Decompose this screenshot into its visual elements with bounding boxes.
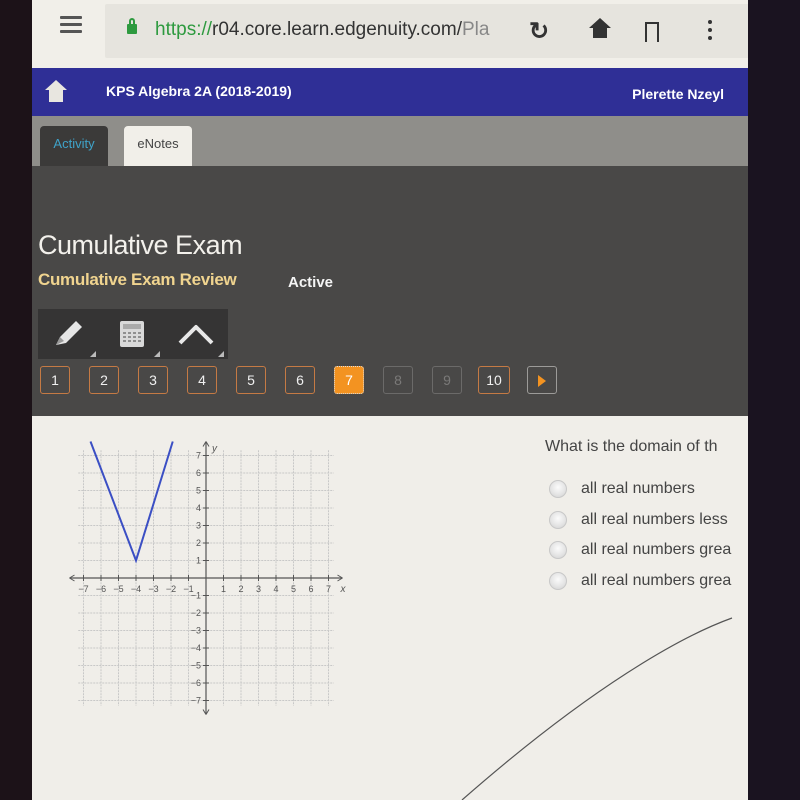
lock-icon xyxy=(127,18,137,34)
page-button-9: 9 xyxy=(432,366,462,394)
caret-up-icon xyxy=(178,325,214,345)
tool-menu-corner xyxy=(218,351,224,357)
address-bar[interactable]: https://r04.core.learn.edgenuity.com/Pla… xyxy=(105,4,748,58)
page-button-10[interactable]: 10 xyxy=(478,366,510,394)
page-button-4[interactable]: 4 xyxy=(187,366,217,394)
pencil-tool-button[interactable] xyxy=(38,309,98,359)
tab-activity[interactable]: Activity xyxy=(40,126,108,166)
course-header: KPS Algebra 2A (2018-2019) Plerette Nzey… xyxy=(32,68,748,116)
device-screen: https://r04.core.learn.edgenuity.com/Pla… xyxy=(32,0,748,800)
hamburger-menu-icon[interactable] xyxy=(60,16,82,34)
tool-menu-corner xyxy=(90,351,96,357)
page-button-7[interactable]: 7 xyxy=(334,366,364,394)
bookmark-icon[interactable] xyxy=(645,22,659,43)
activity-panel: Cumulative Exam Cumulative Exam Review A… xyxy=(32,166,748,416)
pencil-icon xyxy=(56,321,82,345)
browser-home-icon[interactable] xyxy=(588,17,612,46)
course-home-icon[interactable] xyxy=(44,79,68,103)
activity-subtitle: Cumulative Exam Review xyxy=(38,270,237,289)
page-button-2[interactable]: 2 xyxy=(89,366,119,394)
browser-toolbar: https://r04.core.learn.edgenuity.com/Pla… xyxy=(32,0,748,68)
url-host: r04.core.learn.edgenuity.com/ xyxy=(212,19,462,40)
more-vert-icon[interactable] xyxy=(708,20,712,44)
tool-palette xyxy=(38,309,228,359)
play-right-icon xyxy=(538,375,546,388)
url-path: Pla xyxy=(461,19,490,40)
status-badge: Active xyxy=(288,274,334,291)
tool-menu-corner xyxy=(154,351,160,357)
next-page-button[interactable] xyxy=(527,366,557,394)
url-text[interactable]: https://r04.core.learn.edgenuity.com/Pla xyxy=(155,19,489,41)
calculator-icon xyxy=(120,321,144,347)
collapse-tool-button[interactable] xyxy=(166,309,226,359)
question-content: −7 −6 −5 −4 −3 −2 −1 1 2 3 4 5 6 7 7 6 5 4 3 2 1 −1 −2 −3 −4 −5 −6… xyxy=(32,416,748,800)
page-button-3[interactable]: 3 xyxy=(138,366,168,394)
tab-enotes[interactable]: eNotes xyxy=(124,126,192,166)
page-button-6[interactable]: 6 xyxy=(285,366,315,394)
url-scheme: https:// xyxy=(155,19,213,40)
calculator-tool-button[interactable] xyxy=(102,309,162,359)
tab-bar: Activity eNotes xyxy=(32,116,748,166)
device-bezel-right xyxy=(748,0,800,800)
screen-crack xyxy=(461,617,733,800)
device-bezel-left xyxy=(0,0,34,800)
page-button-5[interactable]: 5 xyxy=(236,366,266,394)
page-button-8: 8 xyxy=(383,366,413,394)
page-title: Cumulative Exam xyxy=(38,230,243,260)
course-title: KPS Algebra 2A (2018-2019) xyxy=(106,83,292,99)
reload-icon[interactable]: ↻ xyxy=(529,17,549,46)
page-button-1[interactable]: 1 xyxy=(40,366,70,394)
user-name[interactable]: Plerette Nzeyl xyxy=(632,86,724,102)
